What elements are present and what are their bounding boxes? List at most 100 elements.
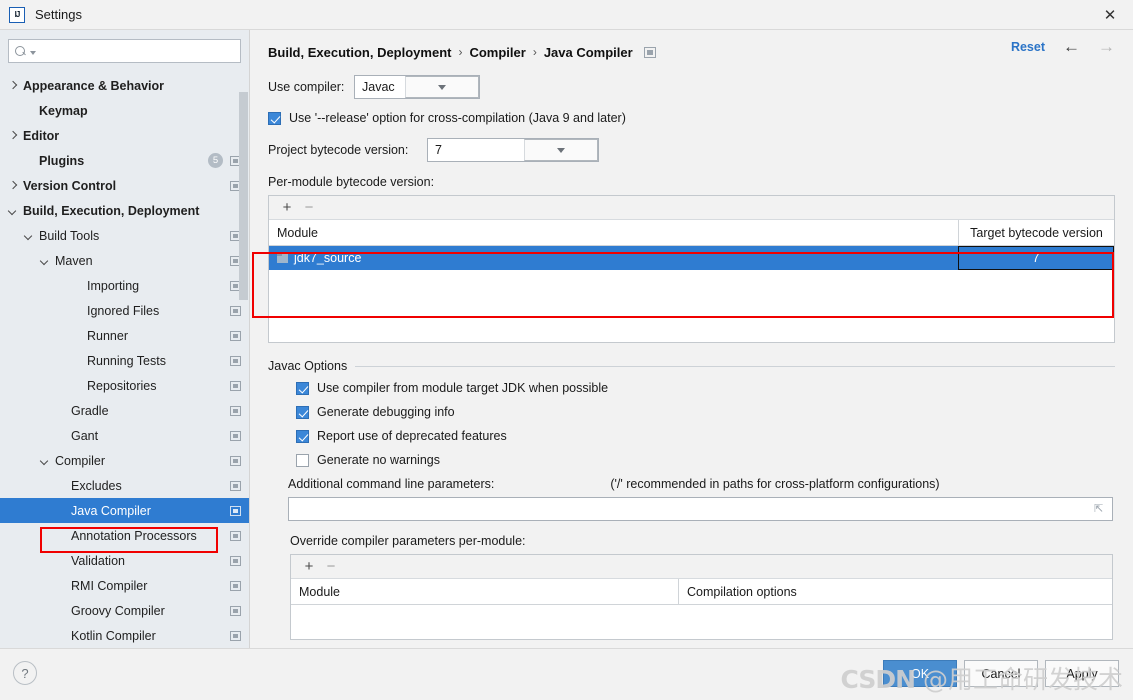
sidebar-scrollbar[interactable] <box>239 92 248 677</box>
minus-icon[interactable]: − <box>300 199 318 217</box>
sidebar-item-build-execution-deployment[interactable]: Build, Execution, Deployment <box>0 198 249 223</box>
sidebar-scrollbar-thumb[interactable] <box>239 92 248 300</box>
sidebar-item-label: Build, Execution, Deployment <box>23 203 200 218</box>
release-option-checkbox[interactable] <box>268 111 281 125</box>
javac-option-row[interactable]: Generate debugging info <box>296 405 1115 419</box>
settings-page-icon <box>643 46 656 58</box>
sidebar-item-repositories[interactable]: Repositories <box>0 373 249 398</box>
sidebar-item-gant[interactable]: Gant <box>0 423 249 448</box>
cancel-button[interactable]: Cancel <box>964 660 1038 687</box>
column-header-compilation-options[interactable]: Compilation options <box>679 579 1112 604</box>
sidebar-item-appearance-behavior[interactable]: Appearance & Behavior <box>0 73 249 98</box>
column-header-target-bytecode-version[interactable]: Target bytecode version <box>958 220 1114 245</box>
sidebar-item-plugins[interactable]: Plugins 5 <box>0 148 249 173</box>
plus-icon[interactable]: + <box>278 199 296 217</box>
sidebar-item-java-compiler[interactable]: Java Compiler <box>0 498 249 523</box>
sidebar-item-editor[interactable]: Editor <box>0 123 249 148</box>
search-input[interactable] <box>40 43 234 59</box>
javac-option-checkbox[interactable] <box>296 381 309 395</box>
table-row[interactable]: jdk7_source 7 <box>269 246 1114 270</box>
chevron-down-icon[interactable] <box>30 50 36 55</box>
javac-option-row[interactable]: Report use of deprecated features <box>296 429 1115 443</box>
sidebar-item-excludes[interactable]: Excludes <box>0 473 249 498</box>
plus-icon[interactable]: + <box>300 558 318 576</box>
settings-tree: Appearance & Behavior Keymap Editor Plugins… <box>0 69 249 648</box>
chevron-right-icon[interactable] <box>8 180 19 191</box>
chevron-down-icon[interactable] <box>40 255 51 266</box>
chevron-down-icon[interactable] <box>24 230 35 241</box>
additional-params-input[interactable]: ⇱ <box>288 497 1113 521</box>
sidebar-item-label: Gant <box>71 428 99 443</box>
project-bytecode-label: Project bytecode version: <box>268 143 409 157</box>
sidebar-item-keymap[interactable]: Keymap <box>0 98 249 123</box>
help-icon[interactable]: ? <box>13 661 37 685</box>
search-box[interactable] <box>8 39 241 63</box>
dialog-buttons: OK Cancel Apply <box>883 660 1119 687</box>
sidebar-item-version-control[interactable]: Version Control <box>0 173 249 198</box>
minus-icon[interactable]: − <box>322 558 340 576</box>
breadcrumb-item-0[interactable]: Build, Execution, Deployment <box>268 45 451 60</box>
sidebar-item-gradle[interactable]: Gradle <box>0 398 249 423</box>
override-table-header: Module Compilation options <box>291 579 1112 605</box>
additional-params-row: Additional command line parameters: ('/'… <box>268 477 1115 491</box>
javac-option-label: Report use of deprecated features <box>317 429 507 443</box>
chevron-down-icon[interactable] <box>40 455 51 466</box>
sidebar-item-runner[interactable]: Runner <box>0 323 249 348</box>
sidebar-item-validation[interactable]: Validation <box>0 548 249 573</box>
javac-option-row[interactable]: Use compiler from module target JDK when… <box>296 381 1115 395</box>
javac-option-label: Generate debugging info <box>317 405 455 419</box>
close-icon[interactable]: ✕ <box>1087 0 1133 29</box>
sidebar-item-build-tools[interactable]: Build Tools <box>0 223 249 248</box>
arrow-left-icon[interactable]: ← <box>1063 38 1080 55</box>
sidebar-item-running-tests[interactable]: Running Tests <box>0 348 249 373</box>
breadcrumb-item-1[interactable]: Compiler <box>469 45 525 60</box>
chevron-right-icon[interactable] <box>8 80 19 91</box>
sidebar-item-ignored-files[interactable]: Ignored Files <box>0 298 249 323</box>
sidebar-item-annotation-processors[interactable]: Annotation Processors <box>0 523 249 548</box>
chevron-down-icon[interactable] <box>405 76 479 98</box>
intellij-idea-logo-icon <box>9 6 25 23</box>
window-titlebar: Settings ✕ <box>0 0 1133 30</box>
header-actions: Reset ← → <box>1011 38 1115 55</box>
chevron-right-icon[interactable] <box>8 130 19 141</box>
sidebar-item-maven[interactable]: Maven <box>0 248 249 273</box>
apply-button[interactable]: Apply <box>1045 660 1119 687</box>
javac-option-checkbox[interactable] <box>296 429 309 443</box>
sidebar-item-groovy-compiler[interactable]: Groovy Compiler <box>0 598 249 623</box>
javac-option-row[interactable]: Generate no warnings <box>296 453 1115 467</box>
sidebar-item-rmi-compiler[interactable]: RMI Compiler <box>0 573 249 598</box>
module-bytecode-panel: + − Module Target bytecode version jdk7_… <box>268 195 1115 343</box>
chevron-down-icon[interactable] <box>8 205 19 216</box>
reset-button[interactable]: Reset <box>1011 40 1045 54</box>
arrow-right-icon[interactable]: → <box>1098 38 1115 55</box>
sidebar-item-importing[interactable]: Importing <box>0 273 249 298</box>
release-option-row[interactable]: Use '--release' option for cross-compila… <box>268 111 1115 125</box>
sidebar-item-label: Groovy Compiler <box>71 603 165 618</box>
chevron-down-icon[interactable] <box>524 139 598 161</box>
expand-icon[interactable]: ⇱ <box>1094 504 1106 515</box>
javac-option-checkbox[interactable] <box>296 453 309 467</box>
target-bytecode-version-cell[interactable]: 7 <box>958 246 1114 270</box>
module-name-cell[interactable]: jdk7_source <box>269 246 958 270</box>
breadcrumb-item-2[interactable]: Java Compiler <box>544 45 633 60</box>
override-table-toolbar: + − <box>291 555 1112 579</box>
sidebar-item-kotlin-compiler[interactable]: Kotlin Compiler <box>0 623 249 648</box>
sidebar-item-label: Maven <box>55 253 93 268</box>
project-bytecode-select[interactable]: 7 <box>427 138 599 162</box>
sidebar-item-label: Ignored Files <box>87 303 160 318</box>
ok-button[interactable]: OK <box>883 660 957 687</box>
sidebar-item-compiler[interactable]: Compiler <box>0 448 249 473</box>
use-compiler-select[interactable]: Javac <box>354 75 480 99</box>
use-compiler-value: Javac <box>362 80 395 94</box>
column-header-module[interactable]: Module <box>269 220 958 245</box>
plugin-count-badge: 5 <box>208 153 223 168</box>
sidebar-item-label: Appearance & Behavior <box>23 78 165 93</box>
column-header-module[interactable]: Module <box>291 579 679 604</box>
javac-option-checkbox[interactable] <box>296 405 309 419</box>
